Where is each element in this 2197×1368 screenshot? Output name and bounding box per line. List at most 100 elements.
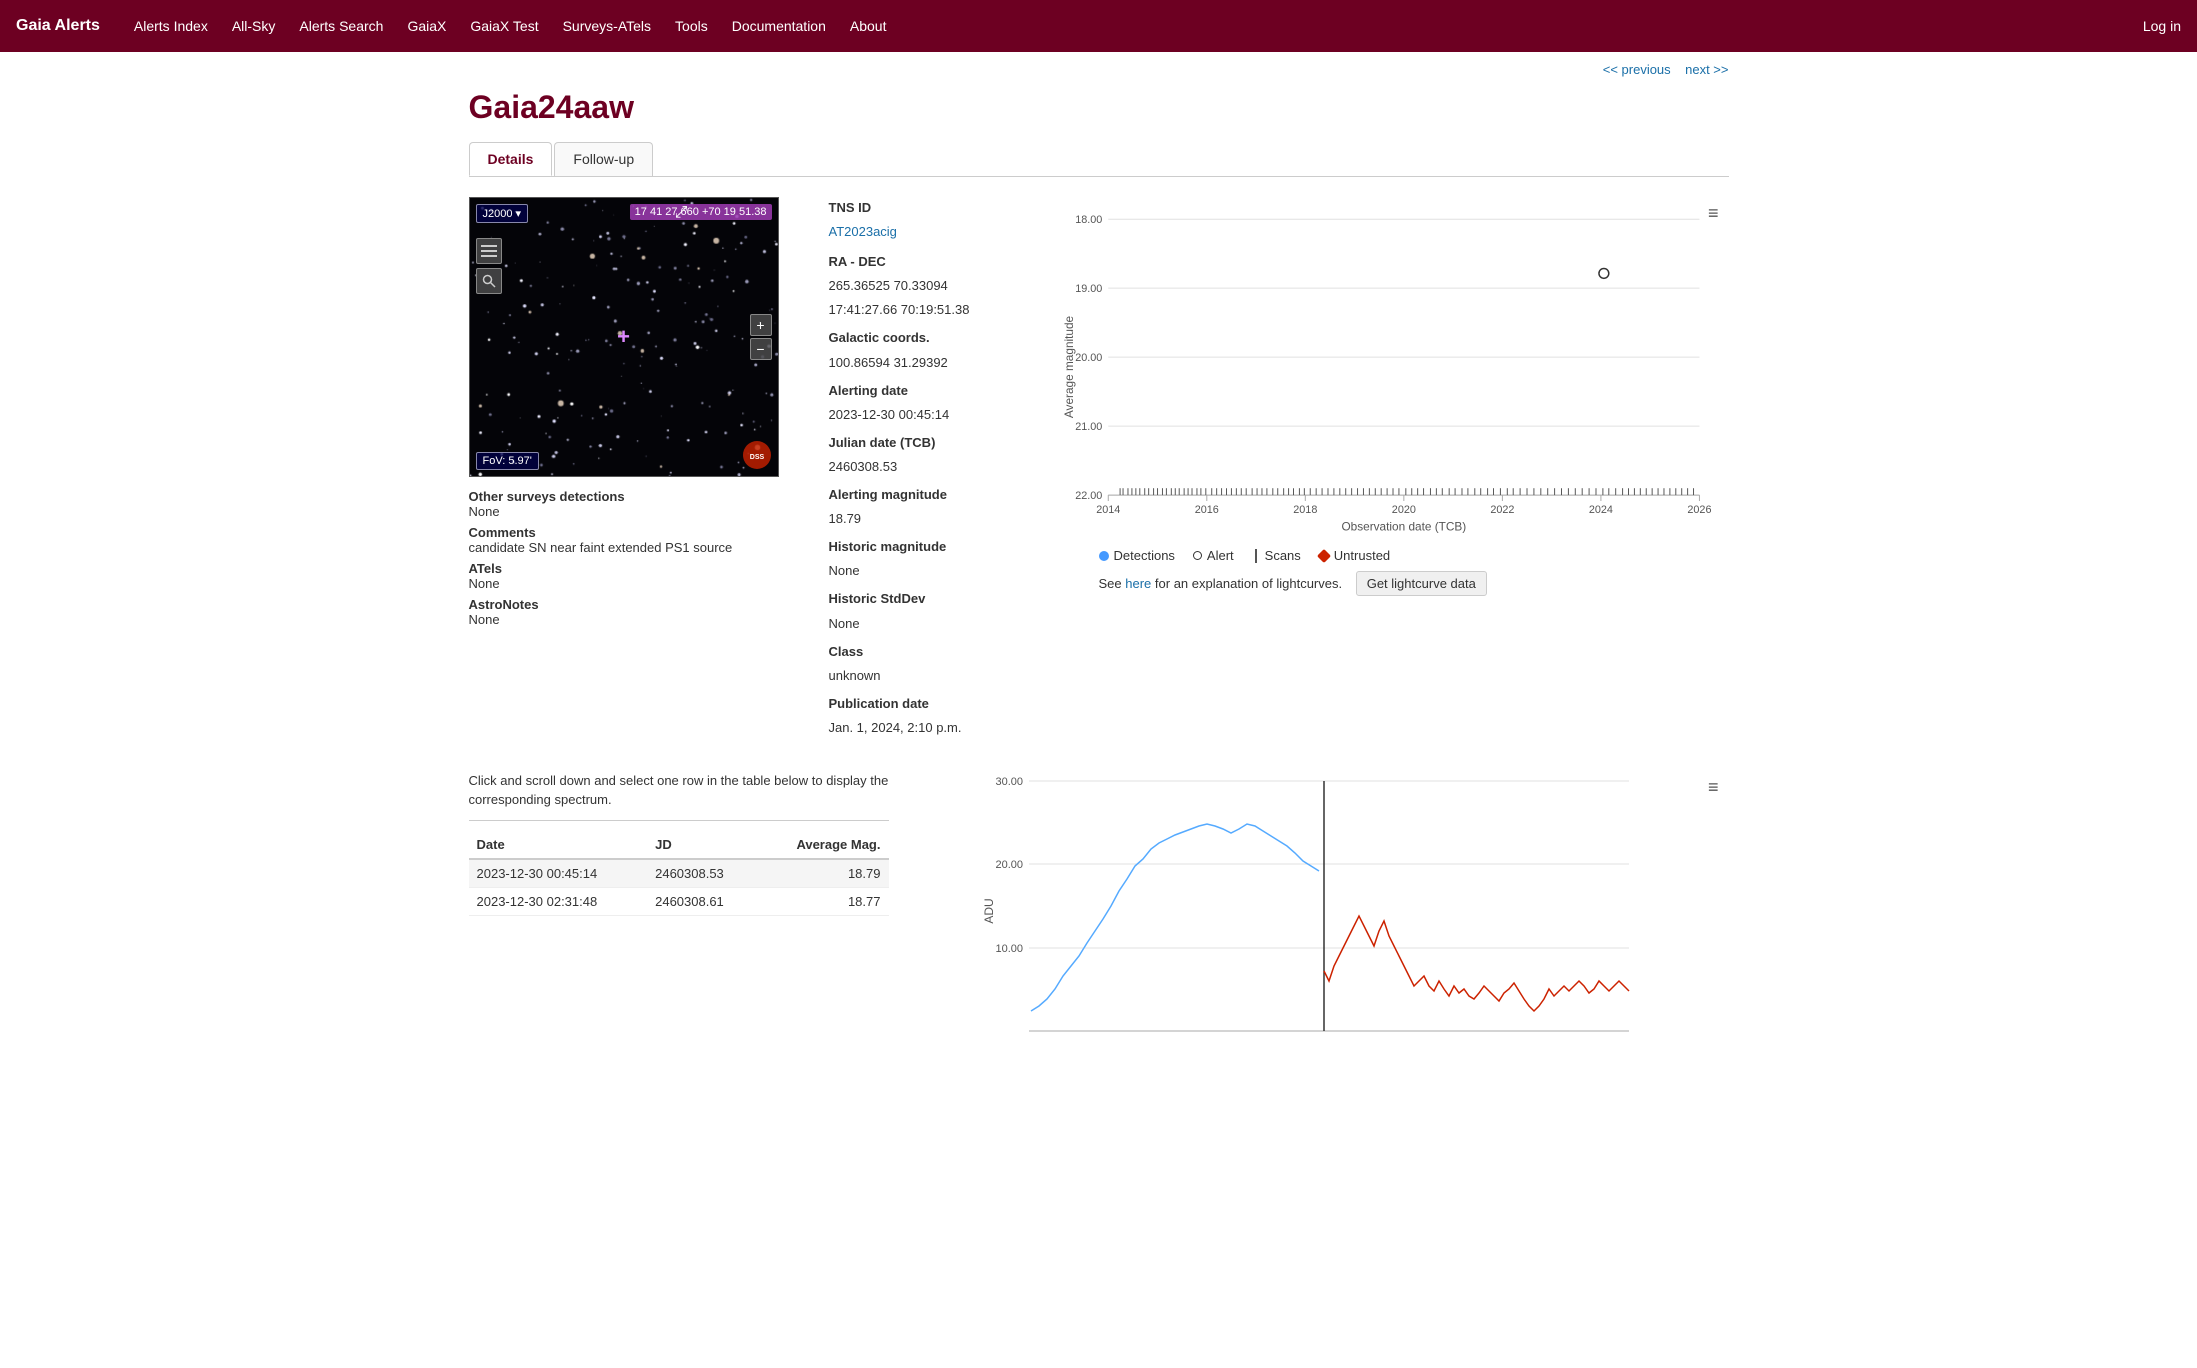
table-row[interactable]: 2023-12-30 00:45:14 2460308.53 18.79 <box>469 859 889 888</box>
tns-id-label: TNS ID <box>829 200 872 215</box>
cell-avg-mag: 18.79 <box>758 859 889 888</box>
nav-alerts-search[interactable]: Alerts Search <box>289 12 393 40</box>
svg-text:20.00: 20.00 <box>1075 352 1102 364</box>
sky-controls <box>476 238 502 294</box>
j2000-badge[interactable]: J2000 ▾ <box>476 204 529 223</box>
page-container: << previous next >> Gaia24aaw Details Fo… <box>449 52 1749 1094</box>
info-columns: TNS ID AT2023acig RA - DEC 265.36525 70.… <box>829 197 1729 741</box>
nav-gaiax[interactable]: GaiaX <box>397 12 456 40</box>
chart1-container: ≡ Average magnitude 18.00 19.00 20.00 <box>1059 197 1729 741</box>
svg-text:2024: 2024 <box>1588 504 1612 516</box>
julian-date-value: 2460308.53 <box>829 459 898 474</box>
legend-detections: Detections <box>1099 548 1175 563</box>
tabs-bar: Details Follow-up <box>469 142 1729 177</box>
atels-label: ATels <box>469 561 502 576</box>
legend-scans: Scans <box>1252 548 1301 563</box>
next-link[interactable]: next >> <box>1685 62 1728 77</box>
tab-details[interactable]: Details <box>469 142 553 176</box>
detections-dot <box>1099 551 1109 561</box>
pub-date-value: Jan. 1, 2024, 2:10 p.m. <box>829 720 962 735</box>
login-link[interactable]: Log in <box>2143 18 2181 34</box>
alerting-mag-value: 18.79 <box>829 511 862 526</box>
chart1-menu-button[interactable]: ≡ <box>1702 201 1725 226</box>
lc-text1: See <box>1099 576 1122 591</box>
historic-std-label: Historic StdDev <box>829 591 926 606</box>
lower-section: Click and scroll down and select one row… <box>469 771 1729 1054</box>
legend-untrusted: Untrusted <box>1319 548 1390 563</box>
nav-documentation[interactable]: Documentation <box>722 12 836 40</box>
previous-link[interactable]: << previous <box>1603 62 1671 77</box>
dss-logo: DSS <box>742 440 772 470</box>
ra-dec-label: RA - DEC <box>829 254 886 269</box>
left-panel: J2000 ▾ 17 41 27.660 +70 19 51.38 + + − <box>469 197 809 629</box>
svg-text:2026: 2026 <box>1687 504 1711 516</box>
zoom-out-button[interactable]: − <box>750 338 772 360</box>
main-content: J2000 ▾ 17 41 27.660 +70 19 51.38 + + − <box>469 197 1729 741</box>
chart2-menu-button[interactable]: ≡ <box>1702 775 1725 800</box>
fov-badge: FoV: 5.97' <box>476 452 539 470</box>
untrusted-label: Untrusted <box>1334 548 1390 563</box>
svg-text:Observation date (TCB): Observation date (TCB) <box>1341 520 1466 534</box>
nav-surveys-atels[interactable]: Surveys-ATels <box>553 12 661 40</box>
historic-std-value: None <box>829 616 860 631</box>
scans-label: Scans <box>1265 548 1301 563</box>
comments-value: candidate SN near faint extended PS1 sou… <box>469 540 733 555</box>
ra-dec-line2: 17:41:27.66 70:19:51.38 <box>829 302 970 317</box>
other-surveys-label: Other surveys detections <box>469 489 625 504</box>
svg-text:21.00: 21.00 <box>1075 421 1102 433</box>
alert-data-point <box>1598 268 1608 278</box>
lower-left: Click and scroll down and select one row… <box>469 771 889 1054</box>
svg-text:2014: 2014 <box>1096 504 1120 516</box>
svg-text:2018: 2018 <box>1293 504 1317 516</box>
zoom-in-button[interactable]: + <box>750 314 772 336</box>
alerting-date-label: Alerting date <box>829 383 908 398</box>
tab-followup[interactable]: Follow-up <box>554 142 653 176</box>
sky-image-viewer[interactable]: J2000 ▾ 17 41 27.660 +70 19 51.38 + + − <box>469 197 779 477</box>
tns-id-link[interactable]: AT2023acig <box>829 224 897 239</box>
lightcurve-info: See here for an explanation of lightcurv… <box>1099 571 1729 596</box>
julian-date-label: Julian date (TCB) <box>829 435 936 450</box>
svg-text:2022: 2022 <box>1490 504 1514 516</box>
prev-next-nav: << previous next >> <box>469 52 1729 81</box>
cell-jd: 2460308.53 <box>647 859 758 888</box>
svg-text:19.00: 19.00 <box>1075 283 1102 295</box>
search-button[interactable] <box>476 268 502 294</box>
cell-date: 2023-12-30 02:31:48 <box>469 887 648 915</box>
observations-table: Date JD Average Mag. 2023-12-30 00:45:14… <box>469 831 889 916</box>
legend-alert: Alert <box>1193 548 1234 563</box>
svg-text:20.00: 20.00 <box>995 859 1023 871</box>
right-panel: TNS ID AT2023acig RA - DEC 265.36525 70.… <box>829 197 1729 741</box>
other-surveys-value: None <box>469 504 500 519</box>
chart2-container: ≡ ADU 30.00 20.00 10.00 <box>909 771 1729 1054</box>
pub-date-label: Publication date <box>829 696 929 711</box>
click-instruction: Click and scroll down and select one row… <box>469 771 889 810</box>
lc-text2: for an explanation of lightcurves. <box>1155 576 1342 591</box>
table-row[interactable]: 2023-12-30 02:31:48 2460308.61 18.77 <box>469 887 889 915</box>
sky-crosshair: + <box>617 324 630 350</box>
galactic-label: Galactic coords. <box>829 330 930 345</box>
svg-text:18.00: 18.00 <box>1075 214 1102 226</box>
atels-value: None <box>469 576 500 591</box>
svg-text:30.00: 30.00 <box>995 776 1023 788</box>
alert-dot <box>1193 551 1202 560</box>
expand-icon[interactable]: ⤢ <box>675 204 688 222</box>
layers-button[interactable] <box>476 238 502 264</box>
nav-all-sky[interactable]: All-Sky <box>222 12 286 40</box>
nav-tools[interactable]: Tools <box>665 12 718 40</box>
get-lightcurve-data-button[interactable]: Get lightcurve data <box>1356 571 1487 596</box>
svg-text:2016: 2016 <box>1194 504 1218 516</box>
scans-line <box>1255 549 1257 563</box>
historic-mag-label: Historic magnitude <box>829 539 947 554</box>
nav-alerts-index[interactable]: Alerts Index <box>124 12 218 40</box>
detections-label: Detections <box>1114 548 1175 563</box>
lc-here-link[interactable]: here <box>1125 576 1151 591</box>
adu-chart: ADU 30.00 20.00 10.00 <box>909 771 1729 1051</box>
nav-gaiax-test[interactable]: GaiaX Test <box>460 12 548 40</box>
alerting-mag-label: Alerting magnitude <box>829 487 947 502</box>
alerting-date-value: 2023-12-30 00:45:14 <box>829 407 950 422</box>
cell-jd: 2460308.61 <box>647 887 758 915</box>
ra-dec-line1: 265.36525 70.33094 <box>829 278 948 293</box>
astronotes-value: None <box>469 612 500 627</box>
nav-about[interactable]: About <box>840 12 897 40</box>
astronotes-label: AstroNotes <box>469 597 539 612</box>
